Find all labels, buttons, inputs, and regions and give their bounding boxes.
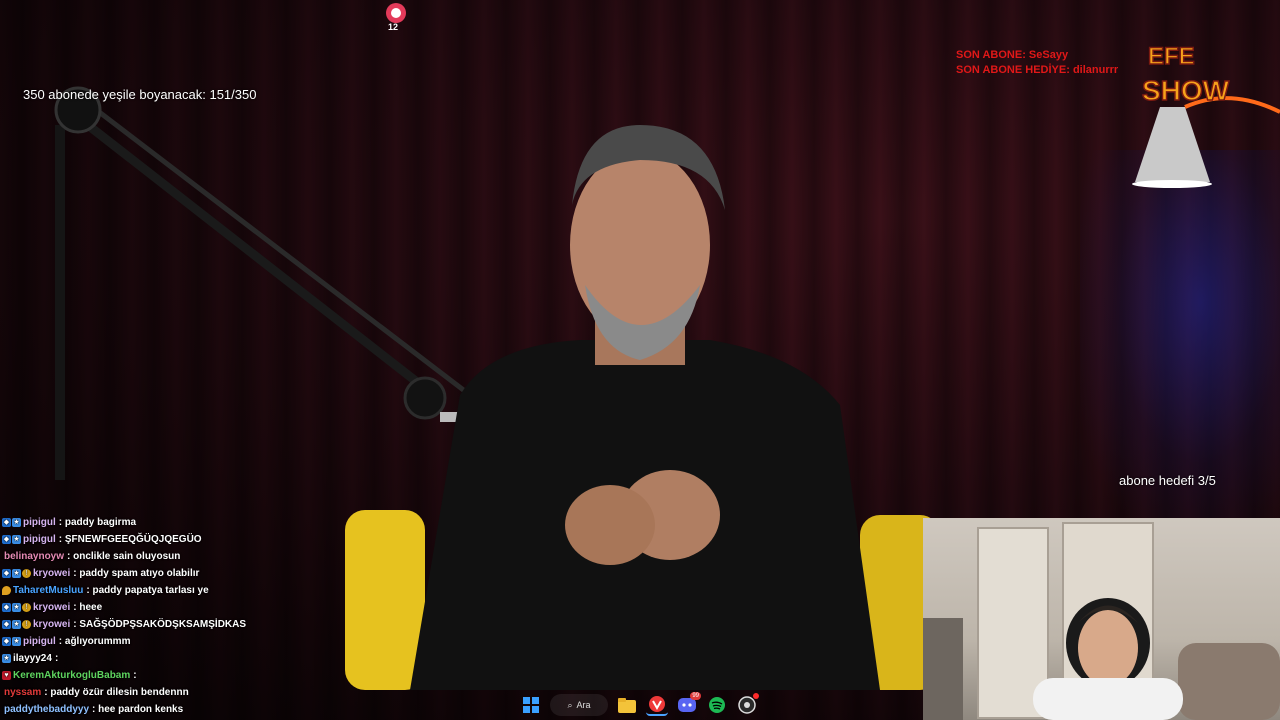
- streamer-webcam: [923, 518, 1280, 720]
- obs-icon[interactable]: [736, 693, 759, 716]
- chat-badges: ◆ ★!: [2, 603, 31, 612]
- chat-message: ♥ KeremAkturkogluBabam:: [0, 667, 330, 684]
- chat-message-text: : paddy bagirma: [58, 517, 137, 528]
- top-badge-count: 12: [388, 22, 399, 32]
- drop-badge-icon: [2, 586, 11, 595]
- prime-badge-icon: ◆: [2, 569, 11, 578]
- prime-badge-icon: ◆: [2, 603, 11, 612]
- logo-line1: EFE: [1148, 43, 1195, 70]
- efe-show-logo: EFE SHOW: [1140, 38, 1250, 110]
- chat-message: ◆ ★ pipigul: ağlıyorummm: [0, 633, 330, 650]
- heart-badge-icon: ♥: [2, 671, 11, 680]
- logo-line2: SHOW: [1142, 75, 1230, 106]
- prime-badge-icon: ◆: [2, 637, 11, 646]
- chat-username[interactable]: pipigul: [23, 514, 56, 531]
- chat-username[interactable]: pipigul: [23, 531, 56, 548]
- chat-message-text: : paddy papatya tarlası ye: [86, 585, 209, 596]
- chat-badges: ◆ ★: [2, 637, 21, 646]
- chat-message: ◆ ★! kryowei: heee: [0, 599, 330, 616]
- gift-badge-icon: !: [22, 603, 31, 612]
- file-explorer-icon[interactable]: [616, 694, 638, 716]
- chat-badges: ◆ ★!: [2, 620, 31, 629]
- chat-message-text: :: [54, 653, 59, 664]
- top-alert-badge: 12: [384, 2, 408, 36]
- chat-username[interactable]: KeremAkturkogluBabam: [13, 667, 130, 684]
- subscriber-badge-icon: ★: [12, 535, 21, 544]
- sub-goal-counter: abone hedefi 3/5: [1119, 473, 1216, 488]
- search-icon: ⌕: [567, 699, 573, 710]
- subscriber-badge-icon: ★: [12, 569, 21, 578]
- chat-message: nyssam: paddy özür dilesin bendennn: [0, 684, 330, 701]
- chat-username[interactable]: pipigul: [23, 633, 56, 650]
- chat-username[interactable]: kryowei: [33, 616, 70, 633]
- podcast-guest: [345, 125, 940, 690]
- prime-badge-icon: ◆: [2, 620, 11, 629]
- subscriber-goal-text: 350 abonede yeşile boyanacak: 151/350: [23, 87, 257, 102]
- chat-badges: ◆ ★: [2, 535, 21, 544]
- subscriber-badge-icon: ★: [12, 518, 21, 527]
- chat-username[interactable]: kryowei: [33, 599, 70, 616]
- chat-message: TaharetMusluu: paddy papatya tarlası ye: [0, 582, 330, 599]
- chat-badges: [2, 586, 11, 595]
- prime-badge-icon: ◆: [2, 518, 11, 527]
- subscriber-badge-icon: ★: [2, 654, 11, 663]
- last-subscriber-panel: SON ABONE: SeSayy SON ABONE HEDİYE: dila…: [956, 48, 1118, 78]
- search-label: Ara: [576, 700, 591, 710]
- chat-message-text: : onclikle sain oluyosun: [67, 551, 181, 562]
- chat-username[interactable]: belinaynoyw: [4, 548, 64, 565]
- chat-username[interactable]: TaharetMusluu: [13, 582, 83, 599]
- chat-message: belinaynoyw: onclikle sain oluyosun: [0, 548, 330, 565]
- chat-message: ◆ ★ pipigul: ŞFNEWFGEEQĞÜQJQEGÜO: [0, 531, 330, 548]
- vivaldi-browser-icon[interactable]: [646, 694, 668, 716]
- windows-start-icon[interactable]: [520, 694, 542, 716]
- subscriber-badge-icon: ★: [12, 603, 21, 612]
- chat-message-text: : ŞFNEWFGEEQĞÜQJQEGÜO: [58, 534, 202, 545]
- subscriber-badge-icon: ★: [12, 620, 21, 629]
- chat-badges: ◆ ★: [2, 518, 21, 527]
- chat-message-text: : heee: [73, 602, 103, 613]
- spotify-icon[interactable]: [706, 694, 728, 716]
- gift-badge-icon: !: [22, 569, 31, 578]
- chat-username[interactable]: kryowei: [33, 565, 70, 582]
- chat-message-text: : paddy spam atıyo olabilır: [73, 568, 200, 579]
- chat-message: paddythebaddyyy: hee pardon kenks: [0, 701, 330, 718]
- chat-message: ★ ilayyy24:: [0, 650, 330, 667]
- prime-badge-icon: ◆: [2, 535, 11, 544]
- chat-message: ◆ ★! kryowei: SAĞŞÖDPŞSAKÖDŞKSAMŞİDKAS: [0, 616, 330, 633]
- chat-username[interactable]: paddythebaddyyy: [4, 701, 89, 718]
- chat-overlay: ◆ ★ pipigul: paddy bagirma ◆ ★ pipigul: ŞFNEW…: [0, 514, 330, 718]
- chat-message-text: : paddy özür dilesin bendennn: [44, 687, 189, 698]
- chat-message-text: :: [133, 670, 137, 681]
- last-subscriber-label: SON ABONE: SeSayy: [956, 49, 1069, 61]
- gift-badge-icon: !: [22, 620, 31, 629]
- discord-icon[interactable]: 99: [676, 692, 701, 716]
- recording-dot-icon: [753, 693, 759, 699]
- chat-username[interactable]: ilayyy24: [13, 650, 52, 667]
- chat-username[interactable]: nyssam: [4, 684, 41, 701]
- last-gift-subscriber-label: SON ABONE HEDİYE: dilanurrr: [956, 64, 1119, 76]
- chat-badges: ◆ ★!: [2, 569, 31, 578]
- chat-message-text: : hee pardon kenks: [92, 704, 184, 715]
- chat-message: ◆ ★! kryowei: paddy spam atıyo olabilır: [0, 565, 330, 582]
- chat-badges: ★: [2, 654, 11, 663]
- windows-taskbar: ⌕ Ara 99: [490, 690, 790, 720]
- subscriber-badge-icon: ★: [12, 637, 21, 646]
- taskbar-search-button[interactable]: ⌕ Ara: [550, 694, 608, 716]
- chat-message: ◆ ★ pipigul: paddy bagirma: [0, 514, 330, 531]
- chat-badges: ♥: [2, 671, 11, 680]
- chat-message-text: : ağlıyorummm: [58, 636, 131, 647]
- chat-message-text: : SAĞŞÖDPŞSAKÖDŞKSAMŞİDKAS: [73, 619, 247, 630]
- discord-notification-badge: 99: [690, 692, 701, 700]
